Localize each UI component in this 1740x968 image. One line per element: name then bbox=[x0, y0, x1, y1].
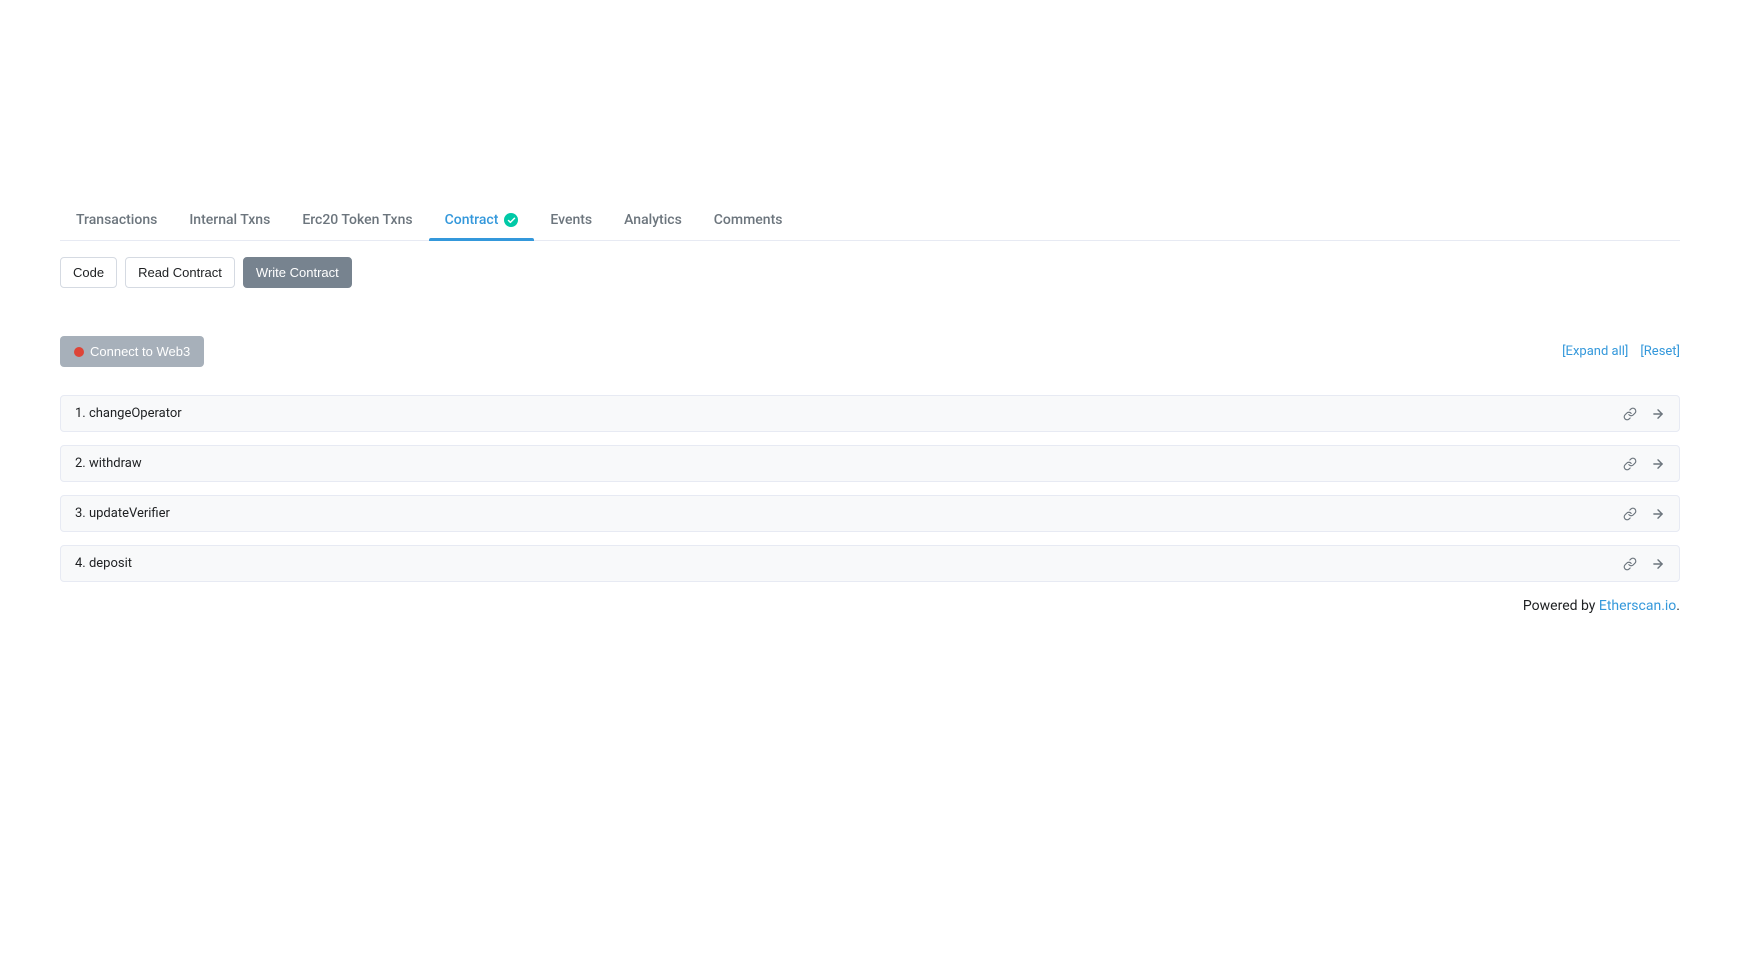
sub-tab-write-contract[interactable]: Write Contract bbox=[243, 257, 352, 288]
arrow-right-icon[interactable] bbox=[1651, 407, 1665, 421]
tab-label: Erc20 Token Txns bbox=[302, 212, 412, 228]
tab-erc20-token-txns[interactable]: Erc20 Token Txns bbox=[286, 200, 428, 240]
tab-label: Transactions bbox=[76, 212, 157, 228]
function-label: 2. withdraw bbox=[75, 456, 142, 471]
function-row[interactable]: 2. withdraw bbox=[60, 445, 1680, 482]
function-label: 4. deposit bbox=[75, 556, 132, 571]
function-icons bbox=[1623, 507, 1665, 521]
function-list: 1. changeOperator 2. withdraw 3. updateV… bbox=[60, 395, 1680, 582]
sub-tab-code[interactable]: Code bbox=[60, 257, 117, 288]
tab-label: Contract bbox=[445, 212, 499, 228]
footer: Powered by Etherscan.io. bbox=[60, 598, 1680, 614]
sub-tab-read-contract[interactable]: Read Contract bbox=[125, 257, 235, 288]
connect-label: Connect to Web3 bbox=[90, 344, 190, 359]
arrow-right-icon[interactable] bbox=[1651, 457, 1665, 471]
tab-label: Events bbox=[550, 212, 592, 228]
function-icons bbox=[1623, 557, 1665, 571]
connect-web3-button[interactable]: Connect to Web3 bbox=[60, 336, 204, 367]
toolbar-links: [Expand all] [Reset] bbox=[1562, 344, 1680, 359]
tab-transactions[interactable]: Transactions bbox=[60, 200, 173, 240]
footer-link[interactable]: Etherscan.io bbox=[1599, 598, 1676, 614]
function-row[interactable]: 4. deposit bbox=[60, 545, 1680, 582]
expand-all-link[interactable]: [Expand all] bbox=[1562, 344, 1628, 359]
connection-status-dot-icon bbox=[74, 347, 84, 357]
function-row[interactable]: 1. changeOperator bbox=[60, 395, 1680, 432]
tab-internal-txns[interactable]: Internal Txns bbox=[173, 200, 286, 240]
function-label: 3. updateVerifier bbox=[75, 506, 170, 521]
tab-events[interactable]: Events bbox=[534, 200, 608, 240]
verified-check-icon bbox=[504, 213, 518, 227]
link-icon[interactable] bbox=[1623, 407, 1637, 421]
function-label: 1. changeOperator bbox=[75, 406, 182, 421]
arrow-right-icon[interactable] bbox=[1651, 507, 1665, 521]
function-icons bbox=[1623, 407, 1665, 421]
footer-prefix: Powered by bbox=[1523, 598, 1599, 614]
link-icon[interactable] bbox=[1623, 507, 1637, 521]
tab-label: Comments bbox=[714, 212, 783, 228]
main-tabs: Transactions Internal Txns Erc20 Token T… bbox=[60, 200, 1680, 241]
link-icon[interactable] bbox=[1623, 557, 1637, 571]
link-icon[interactable] bbox=[1623, 457, 1637, 471]
toolbar: Connect to Web3 [Expand all] [Reset] bbox=[60, 336, 1680, 367]
arrow-right-icon[interactable] bbox=[1651, 557, 1665, 571]
tab-analytics[interactable]: Analytics bbox=[608, 200, 698, 240]
footer-suffix: . bbox=[1676, 598, 1680, 614]
function-row[interactable]: 3. updateVerifier bbox=[60, 495, 1680, 532]
function-icons bbox=[1623, 457, 1665, 471]
tab-label: Analytics bbox=[624, 212, 682, 228]
reset-link[interactable]: [Reset] bbox=[1640, 344, 1680, 359]
tab-comments[interactable]: Comments bbox=[698, 200, 799, 240]
tab-contract[interactable]: Contract bbox=[429, 200, 535, 240]
sub-tabs: Code Read Contract Write Contract bbox=[60, 257, 1680, 288]
tab-label: Internal Txns bbox=[189, 212, 270, 228]
